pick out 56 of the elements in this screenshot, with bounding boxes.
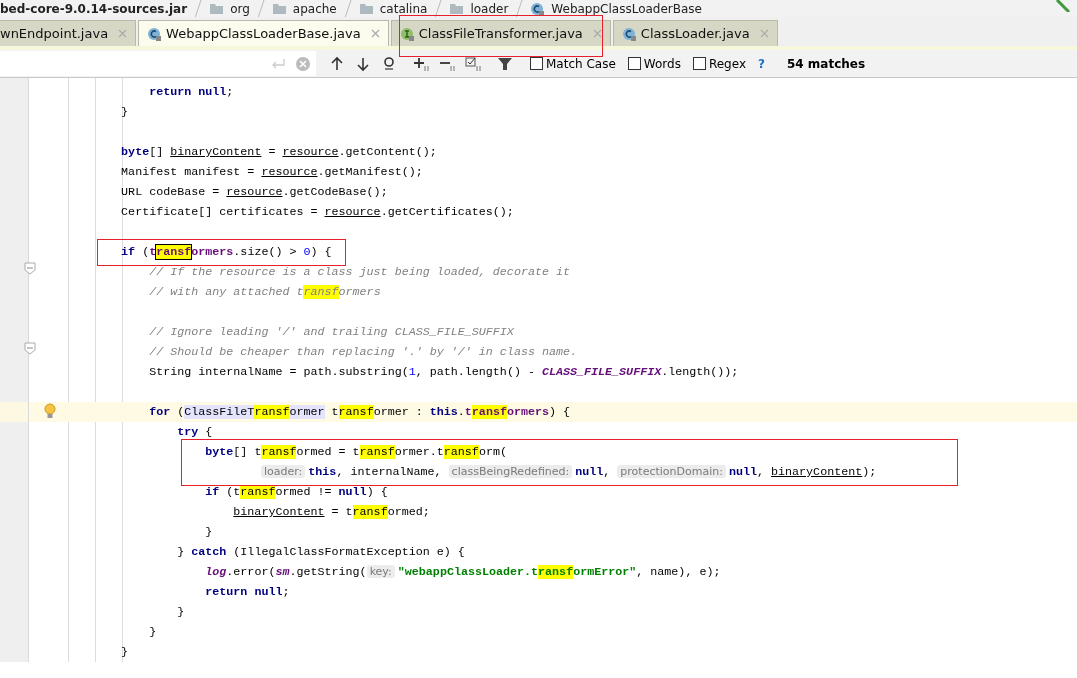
code-line: log.error(sm.getString( key: "webappClassLoader.transformError", name), e); [204, 564, 721, 581]
close-icon [118, 29, 128, 38]
breadcrumb-item[interactable]: WebappClassLoaderBase [551, 1, 702, 17]
code-line: } [148, 624, 157, 641]
search-field[interactable] [0, 51, 316, 76]
code-line: try { [176, 424, 213, 441]
interface-icon [399, 25, 415, 42]
breadcrumb-item[interactable]: org [230, 1, 250, 17]
editor-tab[interactable]: ClassLoader.java [612, 20, 778, 46]
code-line: return null; [148, 84, 234, 101]
close-icon [759, 29, 769, 38]
separator-icon [255, 0, 266, 17]
code-line: byte[] transformed = transformer.transform( [204, 444, 507, 461]
close-icon [370, 29, 380, 38]
close-icon [592, 29, 602, 38]
code-line: // If the resource is a class just being loaded, decorate it [148, 264, 570, 281]
code-line: // Should be cheaper than replacing '.' by '/' in class name. [148, 344, 577, 361]
checkbox[interactable] [530, 57, 543, 70]
code-line: String internalName = path.substring(1, path.length() - CLASS_FILE_SUFFIX.length()); [148, 364, 739, 381]
breadcrumb-item[interactable]: apache [292, 1, 337, 17]
class-icon [530, 1, 546, 16]
code-line: binaryContent = transformed; [232, 504, 430, 521]
code-line: } [120, 644, 129, 661]
checkbox[interactable] [692, 57, 706, 70]
breadcrumb-item[interactable]: catalina [379, 1, 428, 17]
breadcrumb-item[interactable]: loader [470, 1, 509, 17]
help-link[interactable]: ? [758, 56, 765, 71]
separator-icon [342, 0, 353, 17]
code-line: byte[] binaryContent = resource.getContent(); [120, 144, 437, 161]
editor-tab[interactable]: ClassFileTransformer.java [390, 20, 611, 46]
checkbox-label[interactable]: Match Case [546, 56, 616, 71]
code-line: return null; [204, 584, 290, 601]
separator-icon [433, 0, 444, 17]
class-icon [147, 25, 163, 42]
match-count: 54 matches [786, 56, 866, 71]
checkbox-label[interactable]: Words [643, 56, 681, 71]
breadcrumb-item[interactable]: bed-core-9.0.14-sources.jar [0, 1, 188, 17]
clear-icon [296, 56, 310, 71]
checkbox-label[interactable]: Regex [708, 56, 746, 71]
code-line: // Ignore leading '/' and trailing CLASS_FILE_SUFFIX [148, 324, 514, 341]
code-line: } [120, 104, 129, 121]
editor-tab[interactable]: wnEndpoint.java [0, 20, 137, 46]
enter-icon [270, 57, 286, 70]
separator-icon [193, 0, 204, 17]
separator-icon [514, 0, 525, 17]
code-line: Certificate[] certificates = resource.getCertificates(); [120, 204, 514, 221]
class-icon [621, 25, 637, 42]
code-line: } [204, 524, 213, 541]
code-line: if (transformed != null) { [204, 484, 388, 501]
code-line: Manifest manifest = resource.getManifest(); [120, 164, 423, 181]
checkbox[interactable] [627, 57, 641, 70]
code-line: loader: this, internalName, classBeingRedefined: null, protectionDomain: null, binaryContent); [261, 462, 877, 482]
code-line: } catch (IllegalClassFormatException e) { [176, 544, 465, 561]
code-line: } [176, 604, 185, 621]
code-line: URL codeBase = resource.getCodeBase(); [120, 184, 388, 201]
editor-tab[interactable]: WebappClassLoaderBase.java [138, 20, 389, 46]
